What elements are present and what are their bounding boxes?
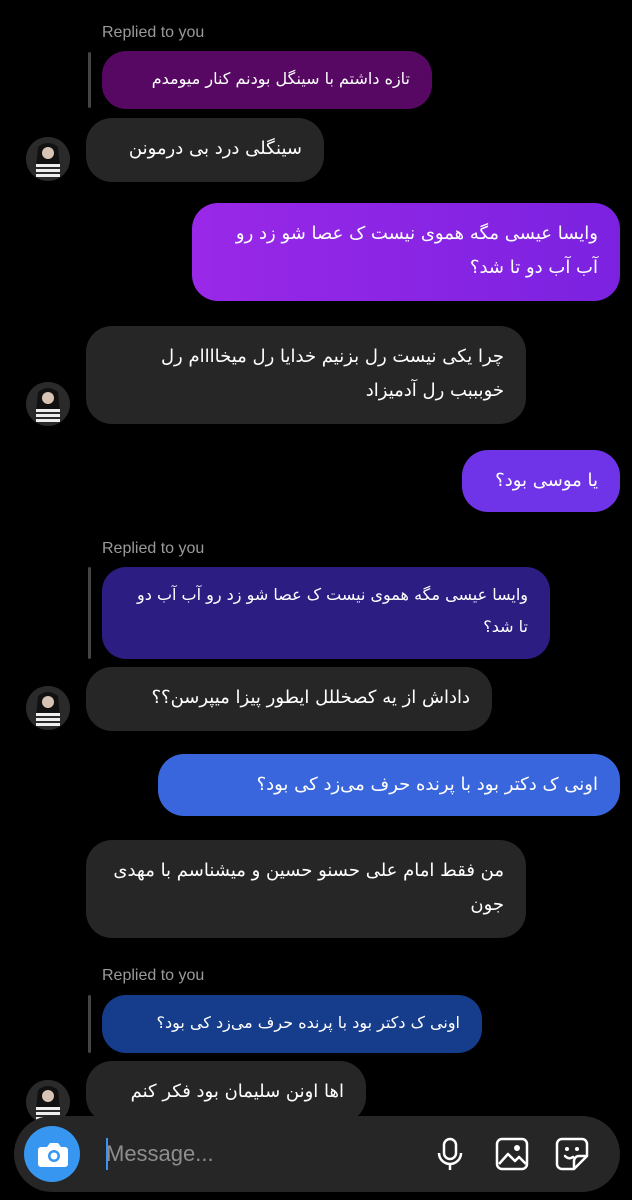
avatar-image xyxy=(26,382,70,426)
incoming-message-bubble[interactable]: سینگلی درد بی درمونن xyxy=(86,118,324,182)
quoted-message-bubble[interactable]: وایسا عیسی مگه هموی نیست ک عصا شو زد رو … xyxy=(102,567,550,659)
avatar-image xyxy=(26,137,70,181)
incoming-message-bubble[interactable]: اها اونن سلیمان بود فکر کنم xyxy=(86,1061,366,1123)
replied-to-you-label: Replied to you xyxy=(102,24,205,41)
sticker-button[interactable] xyxy=(550,1132,594,1176)
outgoing-message-bubble[interactable]: یا موسی بود؟ xyxy=(462,450,620,512)
reply-quote-bar xyxy=(88,52,91,108)
incoming-message-bubble[interactable]: داداش از یه کصخللل ایطور پیزا میپرسن؟؟ xyxy=(86,667,492,731)
quoted-message-bubble[interactable]: تازه داشتم با سینگل بودنم کنار میومدم xyxy=(102,51,432,109)
reply-quote-bar xyxy=(88,995,91,1053)
avatar[interactable] xyxy=(26,137,70,181)
message-input[interactable] xyxy=(106,1134,306,1174)
outgoing-message-bubble[interactable]: اونی ک دکتر بود با پرنده حرف می‌زد کی بو… xyxy=(158,754,620,816)
incoming-message-bubble[interactable]: چرا یکی نیست رل بزنیم خدایا رل میخاااام … xyxy=(86,326,526,424)
incoming-message-bubble[interactable]: من فقط امام علی حسنو حسین و میشناسم با م… xyxy=(86,840,526,938)
camera-icon xyxy=(38,1143,68,1167)
gallery-button[interactable] xyxy=(490,1132,534,1176)
message-composer xyxy=(14,1116,620,1192)
replied-to-you-label: Replied to you xyxy=(102,967,205,984)
camera-button[interactable] xyxy=(24,1126,80,1182)
avatar-image xyxy=(26,686,70,730)
outgoing-message-bubble[interactable]: وایسا عیسی مگه هموی نیست ک عصا شو زد رو … xyxy=(192,203,620,301)
quoted-message-bubble[interactable]: اونی ک دکتر بود با پرنده حرف می‌زد کی بو… xyxy=(102,995,482,1053)
sticker-icon xyxy=(555,1137,589,1171)
reply-quote-bar xyxy=(88,567,91,659)
gallery-icon xyxy=(495,1137,529,1171)
avatar[interactable] xyxy=(26,382,70,426)
avatar[interactable] xyxy=(26,686,70,730)
microphone-button[interactable] xyxy=(428,1132,472,1176)
microphone-icon xyxy=(437,1137,463,1170)
replied-to-you-label: Replied to you xyxy=(102,540,205,557)
